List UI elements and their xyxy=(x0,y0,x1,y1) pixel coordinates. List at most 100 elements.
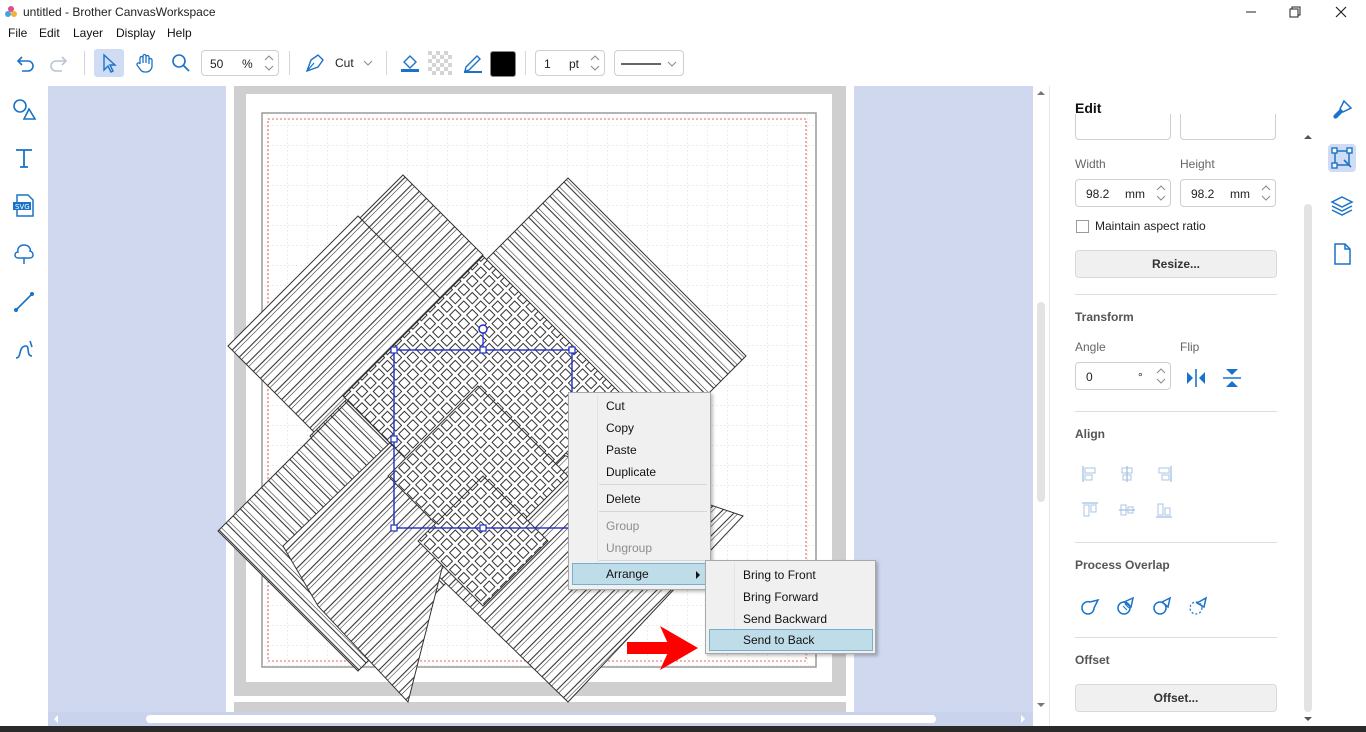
height-input[interactable]: 98.2 mm xyxy=(1180,179,1276,207)
text-tool-button[interactable] xyxy=(10,144,38,172)
select-tool-button[interactable] xyxy=(94,49,124,77)
align-right-button[interactable] xyxy=(1152,462,1176,486)
line-tool-button[interactable] xyxy=(10,288,38,316)
scroll-left-icon[interactable] xyxy=(53,715,59,723)
width-input[interactable]: 98.2 mm xyxy=(1075,179,1171,207)
subtract-button[interactable] xyxy=(1186,593,1210,617)
line-color-swatch[interactable] xyxy=(490,51,516,77)
design-canvas[interactable]: Cut Copy Paste Duplicate Delete Group Un… xyxy=(48,86,1033,712)
resize-button[interactable]: Resize... xyxy=(1075,250,1277,278)
offset-button[interactable]: Offset... xyxy=(1075,684,1277,712)
menu-item-paste[interactable]: Paste xyxy=(572,439,708,461)
menu-display[interactable]: Display xyxy=(116,26,155,40)
line-color-tool-button[interactable] xyxy=(458,49,488,77)
close-button[interactable] xyxy=(1318,2,1364,22)
resize-handle[interactable] xyxy=(568,346,576,354)
scroll-up-icon[interactable] xyxy=(1037,90,1045,96)
menu-item-cut[interactable]: Cut xyxy=(572,395,708,417)
position-x-input[interactable] xyxy=(1075,114,1171,140)
svg-import-tool-button[interactable]: SVG xyxy=(10,192,38,220)
menu-separator xyxy=(599,560,707,561)
align-top-button[interactable] xyxy=(1078,498,1102,522)
menu-file[interactable]: File xyxy=(8,26,27,40)
edit-panel-scroll-thumb[interactable] xyxy=(1304,204,1312,712)
page-panel-tab[interactable] xyxy=(1328,240,1356,268)
height-label: Height xyxy=(1180,157,1215,171)
style-panel-tab[interactable] xyxy=(1328,96,1356,124)
text-icon xyxy=(16,149,32,168)
fill-pattern-button[interactable] xyxy=(425,49,455,77)
resize-handle[interactable] xyxy=(390,435,398,443)
cut-mode-dropdown[interactable]: Cut xyxy=(329,50,379,76)
mat-edge-left xyxy=(234,94,246,696)
angle-input[interactable]: 0 ° xyxy=(1075,362,1171,390)
edit-panel-scrollbar[interactable] xyxy=(1300,130,1316,726)
flip-vertical-button[interactable] xyxy=(1220,366,1244,390)
align-bottom-button[interactable] xyxy=(1152,498,1176,522)
intersect-icon xyxy=(1153,596,1172,615)
hand-tool-button[interactable] xyxy=(130,49,160,77)
fill-color-button[interactable] xyxy=(395,49,425,77)
canvas-vertical-scrollbar[interactable] xyxy=(1033,86,1049,712)
menu-item-bring-to-front[interactable]: Bring to Front xyxy=(709,564,873,586)
menu-edit[interactable]: Edit xyxy=(39,26,60,40)
divide-button[interactable] xyxy=(1114,593,1138,617)
scroll-right-icon[interactable] xyxy=(1020,715,1026,723)
pen-tool-button[interactable] xyxy=(300,49,330,77)
horizontal-scrollbar[interactable] xyxy=(48,712,1033,726)
menu-item-duplicate[interactable]: Duplicate xyxy=(572,461,708,483)
panel-divider xyxy=(1075,542,1277,543)
context-menu: Cut Copy Paste Duplicate Delete Group Un… xyxy=(568,392,711,590)
menu-item-arrange[interactable]: Arrange xyxy=(572,563,707,585)
spinner-arrows-icon[interactable] xyxy=(1154,365,1168,387)
resize-handle[interactable] xyxy=(479,346,487,354)
maintain-aspect-checkbox[interactable] xyxy=(1076,220,1089,233)
spinner-arrows-icon[interactable] xyxy=(262,52,276,74)
resize-handle[interactable] xyxy=(390,346,398,354)
canvas-vertical-scroll-thumb[interactable] xyxy=(1037,302,1045,502)
subtract-icon xyxy=(1189,596,1208,615)
restore-button[interactable] xyxy=(1272,2,1318,22)
line-width-value: 1 xyxy=(544,57,551,71)
line-width-input[interactable]: 1 pt xyxy=(535,50,605,76)
scroll-up-icon[interactable] xyxy=(1304,134,1312,140)
flip-horizontal-button[interactable] xyxy=(1184,366,1208,390)
redo-button[interactable] xyxy=(44,49,74,77)
process-overlap-title: Process Overlap xyxy=(1075,558,1170,572)
menu-help[interactable]: Help xyxy=(167,26,192,40)
spinner-arrows-icon[interactable] xyxy=(1259,182,1273,204)
curve-tool-button[interactable] xyxy=(10,336,38,364)
spinner-arrows-icon[interactable] xyxy=(588,52,602,74)
weld-button[interactable] xyxy=(1078,593,1102,617)
spinner-arrows-icon[interactable] xyxy=(1154,182,1168,204)
resize-handle[interactable] xyxy=(390,524,398,532)
align-middle-button[interactable] xyxy=(1115,498,1139,522)
shapes-tool-button[interactable] xyxy=(10,96,38,124)
menu-item-send-backward[interactable]: Send Backward xyxy=(709,608,873,630)
menu-layer[interactable]: Layer xyxy=(73,26,103,40)
rotate-handle[interactable] xyxy=(478,324,488,334)
intersect-button[interactable] xyxy=(1150,593,1174,617)
chevron-down-icon xyxy=(667,61,677,67)
edit-panel-tab[interactable] xyxy=(1328,144,1356,172)
position-y-input[interactable] xyxy=(1180,114,1276,140)
zoom-input[interactable]: 50 % xyxy=(201,50,279,76)
menu-item-copy[interactable]: Copy xyxy=(572,417,708,439)
canvas-drawing[interactable] xyxy=(48,86,1033,712)
horizontal-scroll-thumb[interactable] xyxy=(146,715,936,723)
minimize-button[interactable] xyxy=(1228,2,1274,22)
line-style-dropdown[interactable] xyxy=(614,50,684,76)
scroll-down-icon[interactable] xyxy=(1304,716,1312,722)
menu-item-send-to-back[interactable]: Send to Back xyxy=(709,629,873,651)
pattern-tool-button[interactable] xyxy=(10,240,38,268)
resize-handle[interactable] xyxy=(479,524,487,532)
scroll-down-icon[interactable] xyxy=(1037,702,1045,708)
align-left-button[interactable] xyxy=(1078,462,1102,486)
menu-item-bring-forward[interactable]: Bring Forward xyxy=(709,586,873,608)
taskbar-edge xyxy=(0,726,1366,732)
undo-button[interactable] xyxy=(10,49,40,77)
layers-panel-tab[interactable] xyxy=(1328,192,1356,220)
menu-item-delete[interactable]: Delete xyxy=(572,488,708,510)
zoom-tool-button[interactable] xyxy=(166,49,196,77)
align-center-button[interactable] xyxy=(1115,462,1139,486)
